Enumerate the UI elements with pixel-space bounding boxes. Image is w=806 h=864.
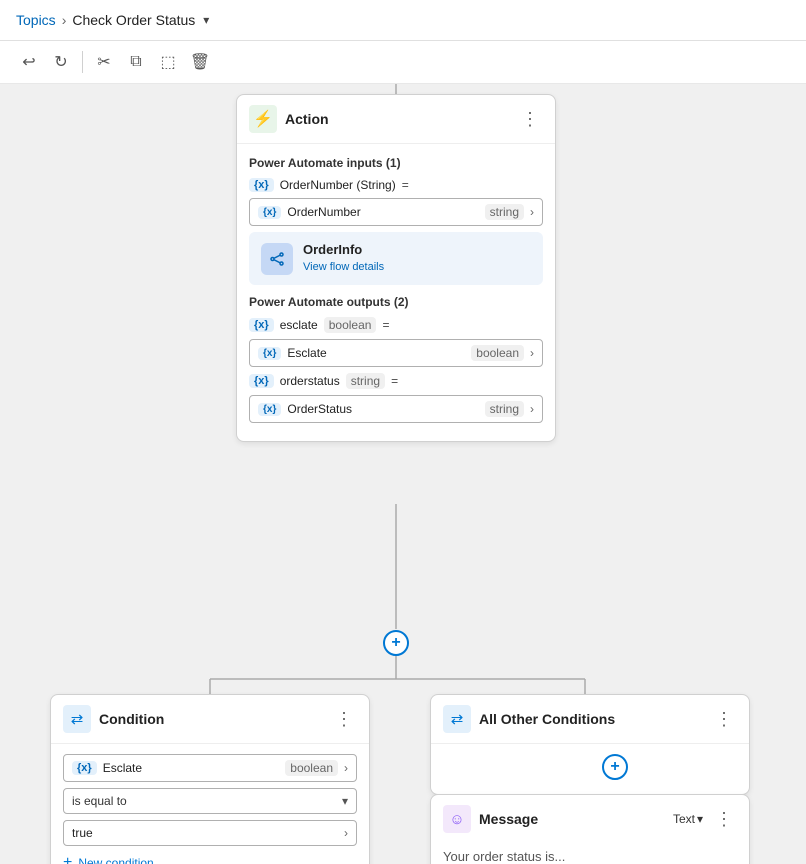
- message-icon: ☺: [443, 805, 471, 833]
- view-flow-details-link[interactable]: View flow details: [303, 261, 384, 273]
- toolbar: ↩ ↻ ✂ ⧉ ⬚ 🗑: [0, 41, 806, 84]
- esclate-field-type: boolean: [471, 345, 524, 361]
- nav-separator: ›: [62, 12, 67, 28]
- other-conditions-card: ⇄ All Other Conditions ⋮ +: [430, 694, 750, 795]
- output-orderstatus-badge: {x}: [249, 374, 274, 388]
- condition-card: ⇄ Condition ⋮ {x} Esclate boolean › is e…: [50, 694, 370, 864]
- esclate-field-value: Esclate: [287, 346, 465, 360]
- other-card-menu[interactable]: ⋮: [711, 707, 737, 732]
- input-badge: {x}: [249, 178, 274, 192]
- flow-box: OrderInfo View flow details: [249, 232, 543, 285]
- cond-field-arrow: ›: [344, 761, 348, 775]
- input-param-name: OrderNumber (String): [280, 178, 396, 192]
- cut-button[interactable]: ✂: [89, 47, 119, 77]
- output-esclate-row: {x} esclate boolean =: [249, 317, 543, 333]
- message-card: ☺ Message Text ▾ ⋮ Your order status is.…: [430, 794, 750, 864]
- delete-button[interactable]: 🗑: [185, 47, 215, 77]
- paste-button[interactable]: ⬚: [153, 47, 183, 77]
- condition-card-header: ⇄ Condition ⋮: [51, 695, 369, 744]
- esclate-field-arrow: ›: [530, 346, 534, 360]
- new-condition-row[interactable]: + New condition: [63, 852, 357, 864]
- inputs-section-title: Power Automate inputs (1): [249, 156, 543, 170]
- flow-name: OrderInfo: [303, 242, 531, 257]
- cond-field-type: boolean: [285, 760, 338, 776]
- action-card-body: Power Automate inputs (1) {x} OrderNumbe…: [237, 144, 555, 441]
- add-node-button-other[interactable]: +: [602, 754, 628, 780]
- output-orderstatus-field[interactable]: {x} OrderStatus string ›: [249, 395, 543, 423]
- new-condition-plus-icon: +: [63, 854, 72, 864]
- condition-card-menu[interactable]: ⋮: [331, 707, 357, 732]
- nav-current-page: Check Order Status: [72, 12, 195, 28]
- orderstatus-field-arrow: ›: [530, 402, 534, 416]
- condition-esclate-field[interactable]: {x} Esclate boolean ›: [63, 754, 357, 782]
- flow-svg-icon: [268, 250, 286, 268]
- orderstatus-field-value: OrderStatus: [287, 402, 478, 416]
- toolbar-separator: [82, 51, 83, 73]
- text-dropdown-arrow-icon: ▾: [697, 812, 703, 826]
- message-card-header: ☺ Message Text ▾ ⋮: [431, 795, 749, 843]
- action-card-header: ⚡ Action ⋮: [237, 95, 555, 144]
- add-node-button-center[interactable]: +: [383, 630, 409, 656]
- input-field-badge: {x}: [258, 206, 281, 219]
- nav-topics[interactable]: Topics: [16, 12, 56, 28]
- nav-dropdown-icon[interactable]: ▾: [203, 13, 209, 27]
- output-esclate-eq: =: [382, 318, 389, 332]
- condition-card-body: {x} Esclate boolean › is equal to ▾ true…: [51, 744, 369, 864]
- output-orderstatus-name: orderstatus: [280, 374, 340, 388]
- input-param-eq: =: [402, 178, 409, 192]
- output-esclate-name: esclate: [280, 318, 318, 332]
- text-type-badge[interactable]: Text ▾: [673, 812, 703, 826]
- action-card-title: Action: [285, 111, 509, 127]
- output-orderstatus-type: string: [346, 373, 385, 389]
- new-condition-label: New condition: [78, 856, 153, 864]
- condition-operator-label: is equal to: [72, 794, 336, 808]
- cond-field-badge: {x}: [72, 761, 97, 775]
- outputs-section-title: Power Automate outputs (2): [249, 295, 543, 309]
- cond-field-value: Esclate: [103, 761, 280, 775]
- condition-icon: ⇄: [63, 705, 91, 733]
- undo-button[interactable]: ↩: [14, 47, 44, 77]
- action-icon: ⚡: [249, 105, 277, 133]
- flow-icon: [261, 243, 293, 275]
- flow-info: OrderInfo View flow details: [303, 242, 531, 275]
- orderstatus-field-badge: {x}: [258, 403, 281, 416]
- copy-button[interactable]: ⧉: [121, 47, 151, 77]
- other-card-header: ⇄ All Other Conditions ⋮: [431, 695, 749, 744]
- input-param-row: {x} OrderNumber (String) =: [249, 178, 543, 192]
- output-esclate-type: boolean: [324, 317, 377, 333]
- input-field-type: string: [485, 204, 524, 220]
- orderstatus-field-type: string: [485, 401, 524, 417]
- canvas: ⚡ Action ⋮ Power Automate inputs (1) {x}…: [0, 84, 806, 864]
- input-field-value: OrderNumber: [287, 205, 478, 219]
- message-content: Your order status is...: [431, 843, 749, 864]
- redo-button[interactable]: ↻: [46, 47, 76, 77]
- condition-value-field[interactable]: true ›: [63, 820, 357, 846]
- message-card-menu[interactable]: ⋮: [711, 807, 737, 832]
- input-field-arrow: ›: [530, 205, 534, 219]
- esclate-field-badge: {x}: [258, 347, 281, 360]
- other-card-title: All Other Conditions: [479, 711, 703, 727]
- outputs-section: Power Automate outputs (2) {x} esclate b…: [249, 295, 543, 423]
- output-orderstatus-eq: =: [391, 374, 398, 388]
- condition-dropdown-arrow-icon: ▾: [342, 794, 348, 808]
- action-card: ⚡ Action ⋮ Power Automate inputs (1) {x}…: [236, 94, 556, 442]
- output-orderstatus-row: {x} orderstatus string =: [249, 373, 543, 389]
- input-field-ordernumber[interactable]: {x} OrderNumber string ›: [249, 198, 543, 226]
- condition-card-title: Condition: [99, 711, 323, 727]
- output-esclate-badge: {x}: [249, 318, 274, 332]
- action-card-menu[interactable]: ⋮: [517, 107, 543, 132]
- message-card-title: Message: [479, 811, 665, 827]
- breadcrumb: Topics › Check Order Status ▾: [0, 0, 806, 41]
- other-condition-icon: ⇄: [443, 705, 471, 733]
- condition-operator-dropdown[interactable]: is equal to ▾: [63, 788, 357, 814]
- output-esclate-field[interactable]: {x} Esclate boolean ›: [249, 339, 543, 367]
- text-type-label: Text: [673, 812, 695, 826]
